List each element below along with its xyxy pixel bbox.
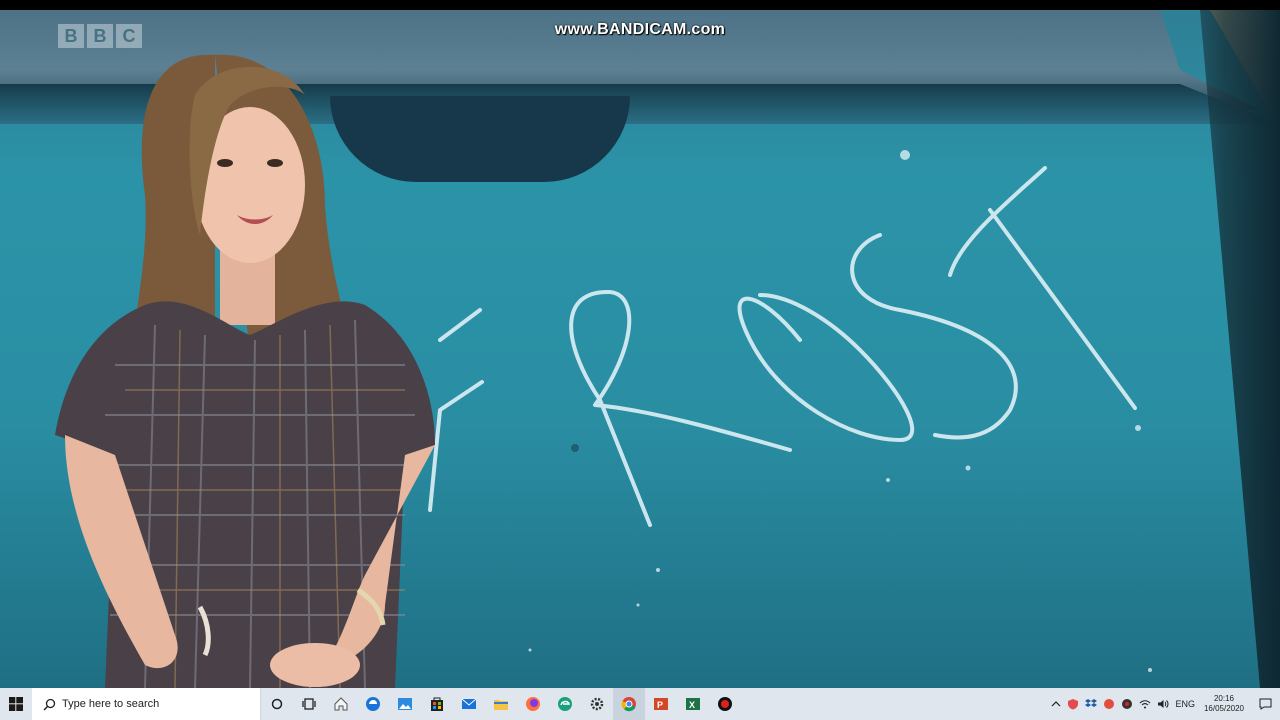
taskbar-app-home[interactable] [325,688,357,720]
start-button[interactable] [0,688,32,720]
presenter-figure [55,54,435,688]
taskbar-app-edge-dev[interactable] [549,688,581,720]
edge-dev-icon [558,697,572,711]
chrome-icon [621,697,636,712]
taskbar-app-excel[interactable]: X [677,688,709,720]
taskbar-app-powerpoint[interactable]: P [645,688,677,720]
svg-text:X: X [689,700,695,710]
cortana-icon [271,698,283,710]
mail-icon [461,698,477,709]
onedrive-icon[interactable] [1121,698,1133,710]
search-placeholder: Type here to search [62,698,160,710]
taskbar-app-firefox[interactable] [517,688,549,720]
taskbar-app-photos[interactable] [389,688,421,720]
cortana-button[interactable] [261,688,293,720]
taskbar-app-bandicam[interactable] [709,688,741,720]
store-icon [431,697,443,711]
search-icon [38,698,60,711]
file-explorer-icon [494,700,508,710]
taskbar-search-box[interactable]: Type here to search [32,688,261,720]
settings-icon [590,697,604,711]
taskbar: Type here to search P X ENG 20:16 16/05/… [0,688,1280,720]
taskbar-app-file-explorer[interactable] [485,688,517,720]
action-center-button[interactable] [1250,688,1280,720]
wifi-icon[interactable] [1139,699,1151,709]
edge-icon [366,697,380,711]
taskbar-app-store[interactable] [421,688,453,720]
task-view-button[interactable] [293,688,325,720]
taskbar-app-mail[interactable] [453,688,485,720]
firefox-icon [526,697,540,711]
photos-icon [398,698,412,710]
taskbar-app-edge[interactable] [357,688,389,720]
clock[interactable]: 20:16 16/05/2020 [1204,694,1244,714]
bandicam-watermark: www.BANDICAM.com [554,21,726,38]
dropbox-icon[interactable] [1085,698,1098,710]
bandicam-icon [718,697,732,711]
notification-icon [1259,698,1271,710]
frost-letter-o [737,293,915,442]
windows-icon [9,697,23,711]
powerpoint-icon: P [654,698,668,710]
frost-letter-s [850,233,1018,440]
frost-letter-r [569,289,792,527]
video-frame: B B C www.BANDICAM.com [0,10,1280,688]
taskbar-app-settings[interactable] [581,688,613,720]
task-view-icon [302,698,316,710]
clock-time: 20:16 [1213,694,1234,703]
clock-date: 16/05/2020 [1203,704,1244,713]
volume-icon[interactable] [1157,699,1169,709]
vpn-icon[interactable] [1103,698,1115,710]
taskbar-app-chrome[interactable] [613,688,645,720]
system-tray: ENG 20:16 16/05/2020 [1048,688,1280,720]
show-hidden-icons-chevron-up-icon[interactable] [1051,700,1061,708]
excel-icon: X [686,698,700,710]
svg-text:P: P [657,700,663,710]
frost-letter-t-stem [988,208,1137,410]
home-icon [334,697,348,711]
security-shield-icon[interactable] [1067,698,1079,710]
input-language[interactable]: ENG [1175,699,1195,709]
